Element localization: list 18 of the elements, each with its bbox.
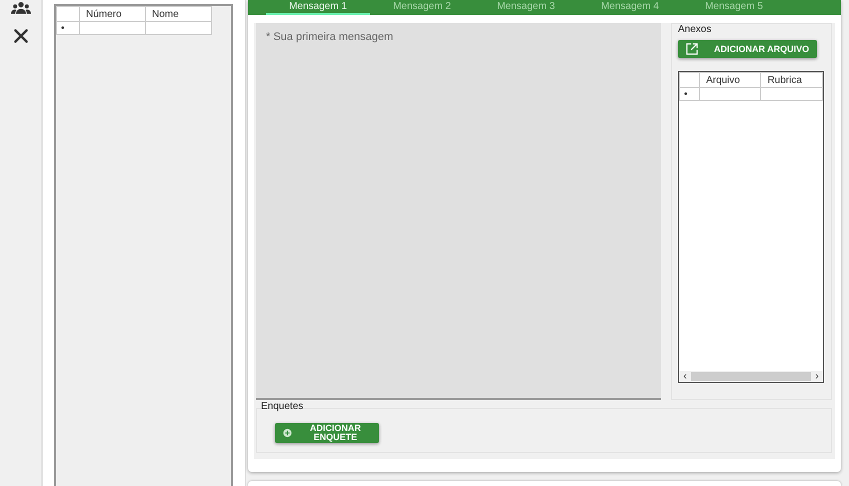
external-link-icon [686,43,698,55]
scroll-right-arrow[interactable]: › [811,372,823,382]
column-header[interactable]: Número [80,6,146,22]
add-poll-button[interactable]: ADICIONAR ENQUETE [275,423,379,443]
attachments-title: Anexos [678,24,712,35]
row-marker: • [680,88,700,100]
people-icon[interactable] [10,0,30,16]
horizontal-scrollbar[interactable]: ‹ › [679,371,823,382]
add-file-button[interactable]: ADICIONAR ARQUIVO [678,40,818,58]
plus-circle-icon [283,427,292,439]
polls-title: Enquetes [261,401,304,412]
message-tab[interactable]: Mensagem 1 [266,0,370,15]
message-field[interactable]: * Sua primeira mensagem [256,23,661,400]
column-header[interactable]: Nome [146,6,212,22]
scroll-left-arrow[interactable]: ‹ [679,372,691,382]
row-marker: • [56,22,80,34]
column-header[interactable]: Arquivo [700,72,761,88]
column-header[interactable]: Rubrica [760,72,822,88]
